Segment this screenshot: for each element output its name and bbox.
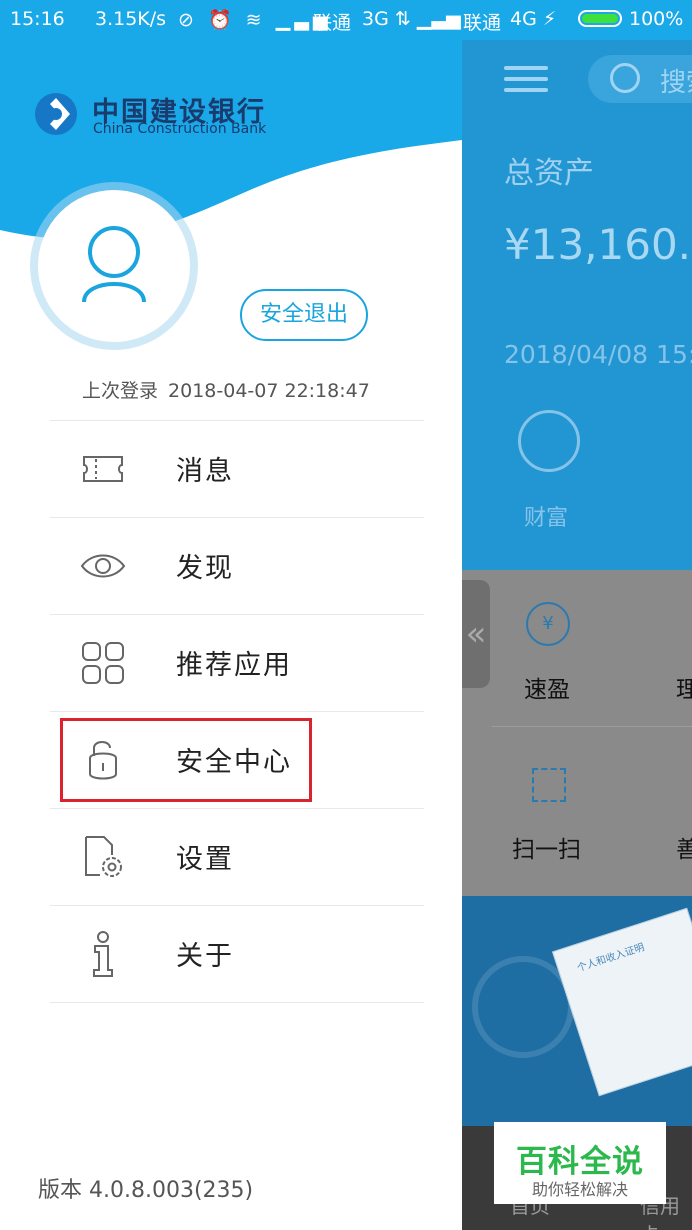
watermark-title: 百科全说: [516, 1144, 644, 1180]
hamburger-menu-icon[interactable]: [504, 66, 548, 92]
status-bar: 15:16 3.15K/s ⊘ ⏰ ≋ ▁▃▅ 联通 3G ⇅ ▁▃▅ 联通 4…: [0, 0, 692, 40]
menu-item-label: 发现: [176, 553, 234, 584]
battery-percent: 100%: [629, 8, 684, 30]
quick-item-label[interactable]: 理: [676, 670, 692, 704]
yen-icon[interactable]: ¥: [526, 602, 570, 646]
status-network-2: 4G ⚡: [510, 8, 557, 30]
avatar[interactable]: [38, 190, 190, 342]
promo-banner[interactable]: 个人和收入证明: [462, 896, 692, 1126]
divider: [492, 726, 692, 727]
quick-item-label[interactable]: 扫一扫: [512, 830, 581, 864]
user-icon: [82, 226, 146, 303]
bank-name-en: China Construction Bank: [93, 121, 267, 137]
menu-item-settings[interactable]: 设置: [50, 809, 424, 906]
battery-icon: [578, 10, 622, 27]
logout-button[interactable]: 安全退出: [240, 289, 368, 341]
eye-icon: [80, 554, 126, 578]
highlight-box: [60, 718, 312, 802]
status-icons: ⊘ ⏰ ≋ ▁▃▅: [178, 9, 332, 31]
menu-item-about[interactable]: 关于: [50, 906, 424, 1003]
last-login-info: 上次登录 2018-04-07 22:18:47: [82, 376, 370, 403]
last-login-label: 上次登录: [82, 380, 159, 402]
ccb-logo-icon: [35, 93, 77, 135]
scan-icon[interactable]: [532, 768, 566, 802]
search-icon: [610, 63, 640, 93]
apps-grid-icon: [82, 642, 124, 684]
menu-item-recommended-apps[interactable]: 推荐应用: [50, 615, 424, 712]
menu-item-label: 消息: [176, 456, 234, 487]
banner-doc-title: 个人和收入证明: [575, 942, 646, 975]
menu-item-label: 关于: [176, 941, 234, 972]
status-network-speed: 3.15K/s: [95, 8, 167, 30]
wealth-label[interactable]: 财富: [524, 500, 568, 532]
wealth-chart-icon[interactable]: [518, 410, 580, 472]
message-icon: [83, 456, 123, 482]
status-carrier-1: 联通: [313, 12, 352, 34]
search-placeholder: 搜索: [660, 68, 692, 98]
document-illustration: 个人和收入证明: [551, 907, 692, 1097]
settings-gear-icon: [85, 836, 122, 877]
watermark-subtitle: 助你轻松解决: [531, 1180, 628, 1199]
total-assets-value: ¥13,160.1: [504, 220, 692, 269]
info-icon: [93, 931, 113, 977]
menu-item-label: 设置: [176, 844, 234, 875]
assets-timestamp: 2018/04/08 15:1: [504, 340, 692, 369]
side-drawer: 中国建设银行 China Construction Bank 安全退出 上次登录…: [0, 40, 462, 1230]
status-network-1: 3G ⇅ ▁▃▅: [362, 8, 461, 30]
menu-item-discover[interactable]: 发现: [50, 518, 424, 615]
collapse-handle[interactable]: «: [462, 580, 490, 688]
status-time: 15:16: [10, 8, 65, 30]
version-text: 版本 4.0.8.003(235): [38, 1178, 254, 1203]
quick-item-label[interactable]: 速盈: [524, 670, 570, 704]
menu-item-messages[interactable]: 消息: [50, 421, 424, 518]
search-bar[interactable]: 搜索: [588, 55, 692, 103]
menu-item-label: 推荐应用: [176, 650, 292, 681]
total-assets-label: 总资产: [504, 156, 594, 191]
assets-header: [462, 40, 692, 570]
quick-item-label[interactable]: 善: [676, 830, 692, 864]
background-app: 搜索 总资产 ¥13,160.1 2018/04/08 15:1 财富 « ¥ …: [462, 40, 692, 1230]
last-login-time: 2018-04-07 22:18:47: [168, 380, 370, 402]
watermark: 百科全说 助你轻松解决: [494, 1122, 666, 1204]
status-carrier-2: 联通: [463, 12, 502, 34]
